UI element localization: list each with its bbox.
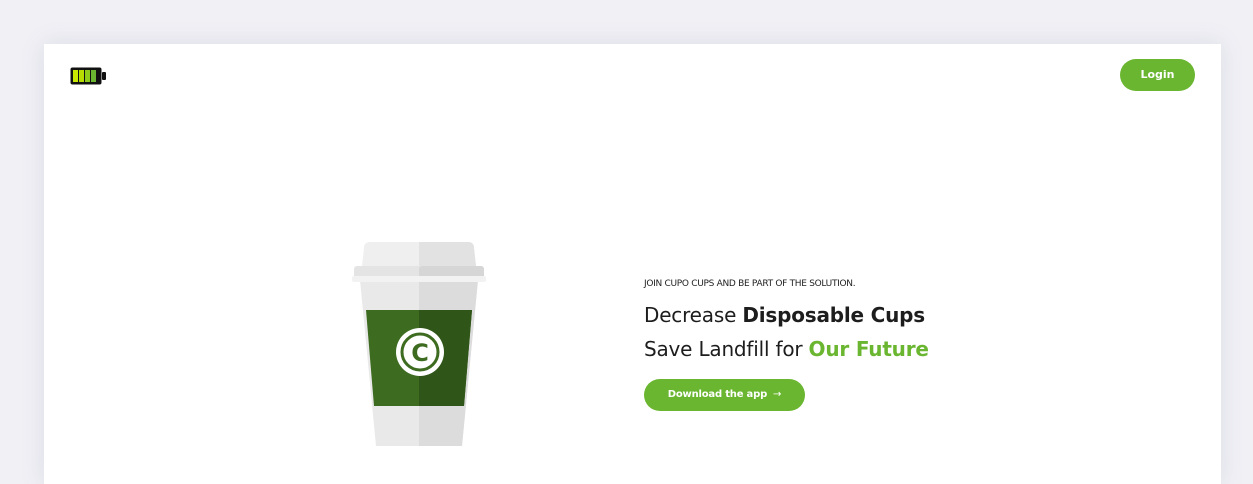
hero-headline-line2: Save Landfill for Our Future: [644, 332, 1064, 366]
login-button[interactable]: Login: [1120, 59, 1195, 91]
cup-logo-letter: C: [411, 339, 429, 367]
download-app-button[interactable]: Download the app →: [644, 379, 805, 411]
line2-prefix: Save Landfill for: [644, 337, 809, 361]
line1-bold: Disposable Cups: [742, 303, 925, 327]
download-button-label: Download the app: [667, 389, 768, 400]
arrow-right-icon: →: [773, 389, 782, 400]
coffee-cup-illustration: C: [344, 240, 494, 450]
battery-logo-icon[interactable]: [69, 66, 109, 86]
line1-prefix: Decrease: [644, 303, 743, 327]
hero-tagline: JOIN CUPO CUPS AND BE PART OF THE SOLUTI…: [644, 279, 856, 289]
page-card: Login C JOIN CUPO CUPS AND BE PART OF TH…: [44, 44, 1221, 484]
hero-headline-line1: Decrease Disposable Cups: [644, 298, 1064, 332]
hero-section: JOIN CUPO CUPS AND BE PART OF THE SOLUTI…: [644, 279, 1064, 411]
line2-accent: Our Future: [808, 337, 929, 361]
